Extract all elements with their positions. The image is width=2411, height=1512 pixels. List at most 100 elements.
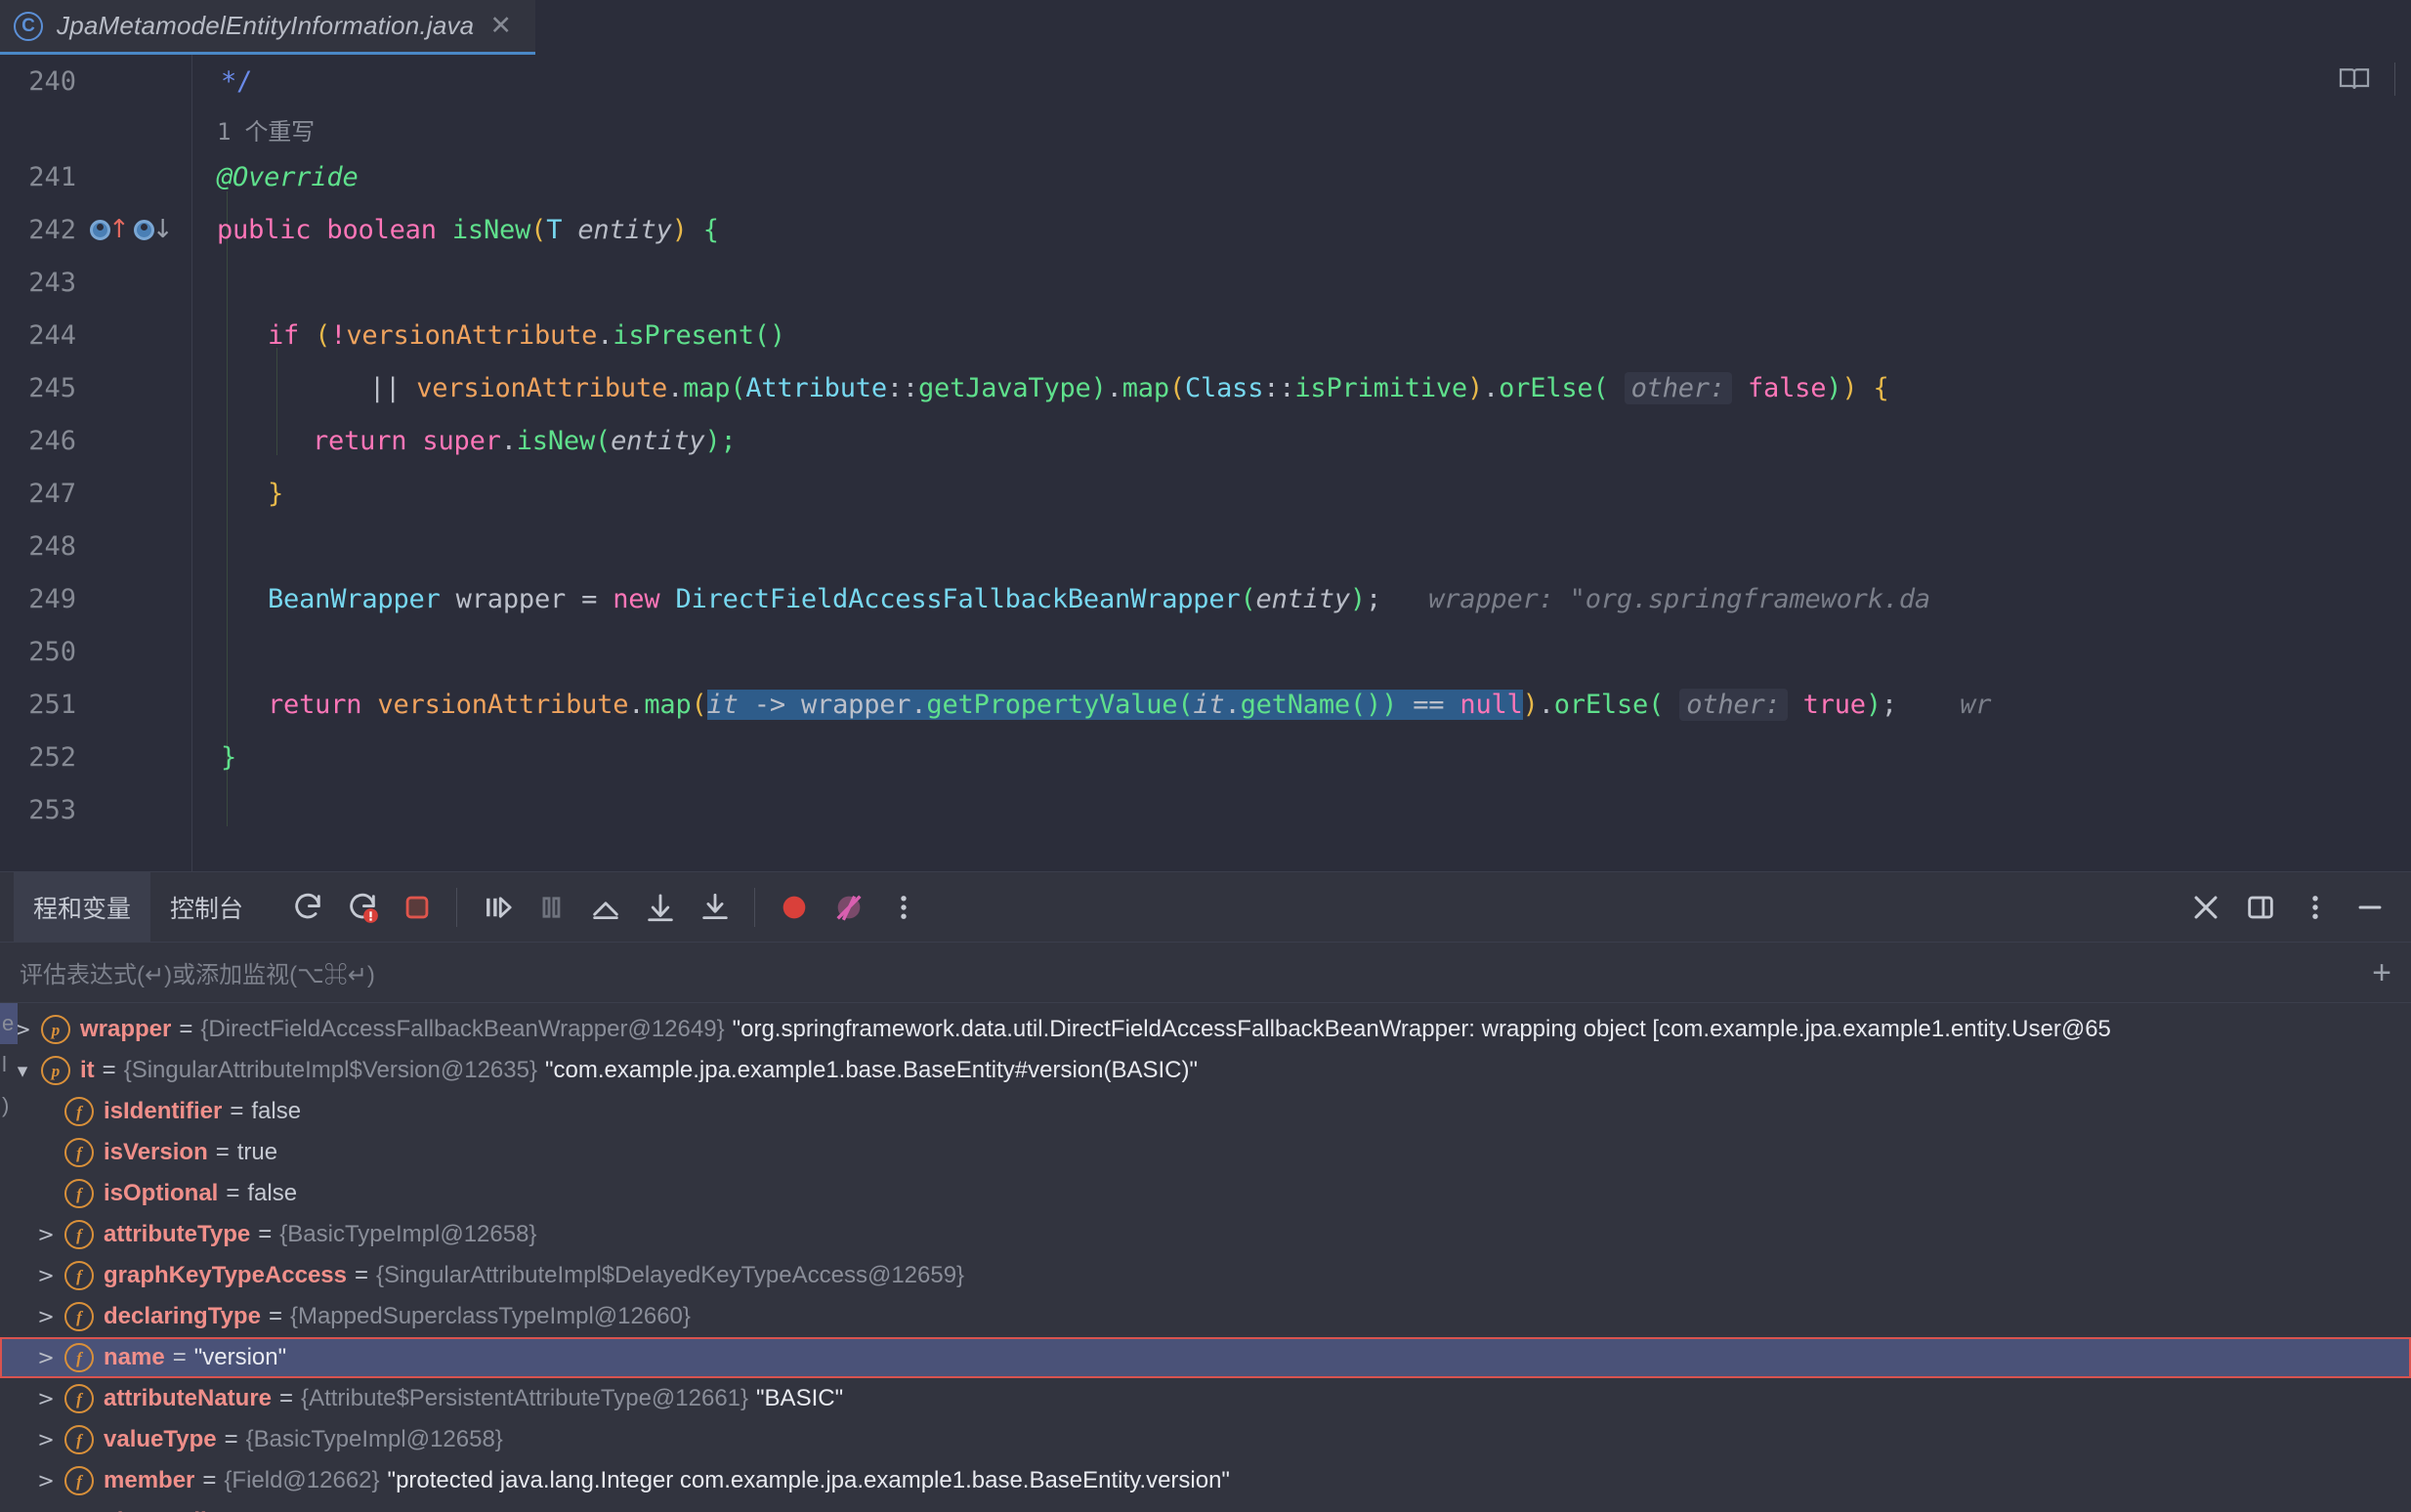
variable-name: versionAttribute bbox=[68, 1508, 249, 1512]
layout-icon[interactable] bbox=[2233, 880, 2288, 935]
field-icon: f bbox=[64, 1302, 94, 1331]
tree-left-edge: e l ) bbox=[0, 1003, 18, 1126]
list-item[interactable]: > p wrapper = {DirectFieldAccessFallback… bbox=[0, 1009, 2411, 1050]
list-item[interactable]: ∞ versionAttribute = 'this'是不可用的 bbox=[0, 1501, 2411, 1512]
step-out-icon[interactable] bbox=[578, 880, 633, 935]
more-icon[interactable] bbox=[876, 880, 931, 935]
step-over-icon[interactable] bbox=[469, 880, 524, 935]
variable-value: true bbox=[236, 1139, 278, 1165]
mute-breakpoints-icon[interactable] bbox=[822, 880, 876, 935]
equals-sign: = bbox=[224, 1426, 238, 1452]
chevron-right-icon[interactable]: > bbox=[27, 1264, 64, 1287]
line-number: 245 bbox=[28, 372, 76, 403]
chevron-right-icon[interactable]: > bbox=[27, 1305, 64, 1328]
breakpoints-icon[interactable] bbox=[767, 880, 822, 935]
close-icon[interactable] bbox=[2178, 880, 2233, 935]
tab-console[interactable]: 控制台 bbox=[150, 872, 263, 943]
chevron-right-icon[interactable]: > bbox=[27, 1469, 64, 1492]
line-number: 249 bbox=[28, 583, 76, 614]
list-item[interactable]: ▾ p it = {SingularAttributeImpl$Version@… bbox=[0, 1050, 2411, 1091]
inline-debug-value: wrapper: "org.springframework.da bbox=[1428, 583, 1930, 614]
variable-name: member bbox=[104, 1467, 195, 1493]
field-icon: f bbox=[64, 1384, 94, 1413]
java-class-icon: C bbox=[14, 11, 43, 41]
rerun-icon[interactable] bbox=[280, 880, 335, 935]
annotation-text: @Override bbox=[217, 161, 359, 192]
equals-sign: = bbox=[202, 1467, 217, 1493]
stop-icon[interactable] bbox=[390, 880, 444, 935]
list-item-selected[interactable]: > f name = "version" bbox=[0, 1337, 2411, 1378]
add-watch-button[interactable]: + bbox=[2372, 956, 2391, 989]
list-item[interactable]: > f attributeNature = {Attribute$Persist… bbox=[0, 1378, 2411, 1419]
code-row: 251 return versionAttribute.map(it -> wr… bbox=[0, 678, 2411, 731]
code-row: 243 bbox=[0, 256, 2411, 309]
variables-tree[interactable]: e l ) > p wrapper = {DirectFieldAccessFa… bbox=[0, 1003, 2411, 1512]
variable-value: "protected java.lang.Integer com.example… bbox=[387, 1467, 1230, 1493]
step-into-icon[interactable] bbox=[688, 880, 742, 935]
minimize-icon[interactable] bbox=[2343, 880, 2397, 935]
variable-type: {Attribute$PersistentAttributeType@12661… bbox=[301, 1385, 749, 1411]
comment-text: */ bbox=[221, 65, 253, 97]
code-row: 247 } bbox=[0, 467, 2411, 520]
chevron-right-icon[interactable]: > bbox=[27, 1346, 64, 1369]
equals-sign: = bbox=[250, 1508, 279, 1512]
chevron-right-icon[interactable]: > bbox=[27, 1223, 64, 1246]
variable-name: it bbox=[80, 1057, 95, 1083]
equals-sign: = bbox=[215, 1139, 230, 1165]
rerun-failed-icon[interactable] bbox=[335, 880, 390, 935]
code-text: */ bbox=[186, 66, 2411, 97]
options-icon[interactable] bbox=[2288, 880, 2343, 935]
list-item[interactable]: f isVersion = true bbox=[0, 1132, 2411, 1173]
variable-value: "com.example.jpa.example1.base.BaseEntit… bbox=[545, 1057, 1199, 1083]
variable-name: isVersion bbox=[104, 1139, 208, 1165]
equals-sign: = bbox=[258, 1221, 273, 1247]
code-editor[interactable]: 240 */ 1 个重写 241 @Override 242 ↑ ↓ publi… bbox=[0, 55, 2411, 871]
variable-value: "BASIC" bbox=[756, 1385, 844, 1411]
pause-icon[interactable] bbox=[524, 880, 578, 935]
evaluate-input[interactable]: 评估表达式(↵)或添加监视(⌥⌘↵) bbox=[20, 955, 375, 989]
list-item[interactable]: > f member = {Field@12662} "protected ja… bbox=[0, 1460, 2411, 1501]
parameter-icon: p bbox=[41, 1015, 70, 1044]
code-text: public boolean isNew(T entity) { bbox=[217, 214, 719, 245]
evaluate-expression-bar[interactable]: 评估表达式(↵)或添加监视(⌥⌘↵) + bbox=[0, 943, 2411, 1003]
list-item[interactable]: f isOptional = false bbox=[0, 1173, 2411, 1214]
parameter-hint: other: bbox=[1624, 371, 1732, 404]
debug-panel: 程和变量 控制台 评估表达式(↵)或添加监视(⌥⌘↵) + e l) > p … bbox=[0, 871, 2411, 1512]
field-icon: f bbox=[64, 1220, 94, 1249]
list-item[interactable]: > f valueType = {BasicTypeImpl@12658} bbox=[0, 1419, 2411, 1460]
field-icon: f bbox=[64, 1466, 94, 1495]
line-number: 253 bbox=[28, 794, 76, 825]
code-text: return versionAttribute.map(it -> wrappe… bbox=[268, 688, 1992, 721]
tab-threads-and-variables[interactable]: 程和变量 bbox=[14, 871, 151, 943]
edge-marker: ) bbox=[2, 1093, 10, 1117]
code-text: || versionAttribute.map(Attribute::getJa… bbox=[369, 371, 1889, 404]
line-number: 251 bbox=[28, 689, 76, 720]
code-row: 246 return super.isNew(entity); bbox=[0, 414, 2411, 467]
equals-sign: = bbox=[226, 1180, 240, 1206]
field-icon: f bbox=[64, 1261, 94, 1290]
force-step-into-icon[interactable] bbox=[633, 880, 688, 935]
variable-type: {MappedSuperclassTypeImpl@12660} bbox=[289, 1303, 691, 1329]
inline-debug-value: wr bbox=[1960, 689, 1992, 720]
line-number: 248 bbox=[28, 530, 76, 562]
code-text: if (!versionAttribute.isPresent() bbox=[268, 319, 785, 351]
list-item[interactable]: > f declaringType = {MappedSuperclassTyp… bbox=[0, 1296, 2411, 1337]
editor-tabbar: C JpaMetamodelEntityInformation.java ✕ bbox=[0, 0, 2411, 55]
equals-sign: = bbox=[355, 1262, 369, 1288]
overrides-hint[interactable]: 1 个重写 bbox=[217, 118, 315, 146]
variable-name: name bbox=[104, 1344, 165, 1370]
editor-tab[interactable]: C JpaMetamodelEntityInformation.java ✕ bbox=[0, 0, 535, 55]
list-item[interactable]: f isIdentifier = false bbox=[0, 1091, 2411, 1132]
debug-toolbar: 程和变量 控制台 bbox=[0, 871, 2411, 943]
chevron-right-icon[interactable]: > bbox=[27, 1387, 64, 1410]
list-item[interactable]: > f graphKeyTypeAccess = {SingularAttrib… bbox=[0, 1255, 2411, 1296]
line-number: 250 bbox=[28, 636, 76, 667]
line-number: 244 bbox=[28, 319, 76, 351]
chevron-right-icon[interactable]: > bbox=[27, 1428, 64, 1451]
implementing-method-icon[interactable]: ↑ bbox=[90, 217, 130, 242]
code-row: 248 bbox=[0, 520, 2411, 572]
toolbar-divider bbox=[456, 887, 458, 927]
overridden-method-icon[interactable]: ↓ bbox=[133, 217, 174, 242]
list-item[interactable]: > f attributeType = {BasicTypeImpl@12658… bbox=[0, 1214, 2411, 1255]
close-icon[interactable]: ✕ bbox=[487, 13, 514, 39]
